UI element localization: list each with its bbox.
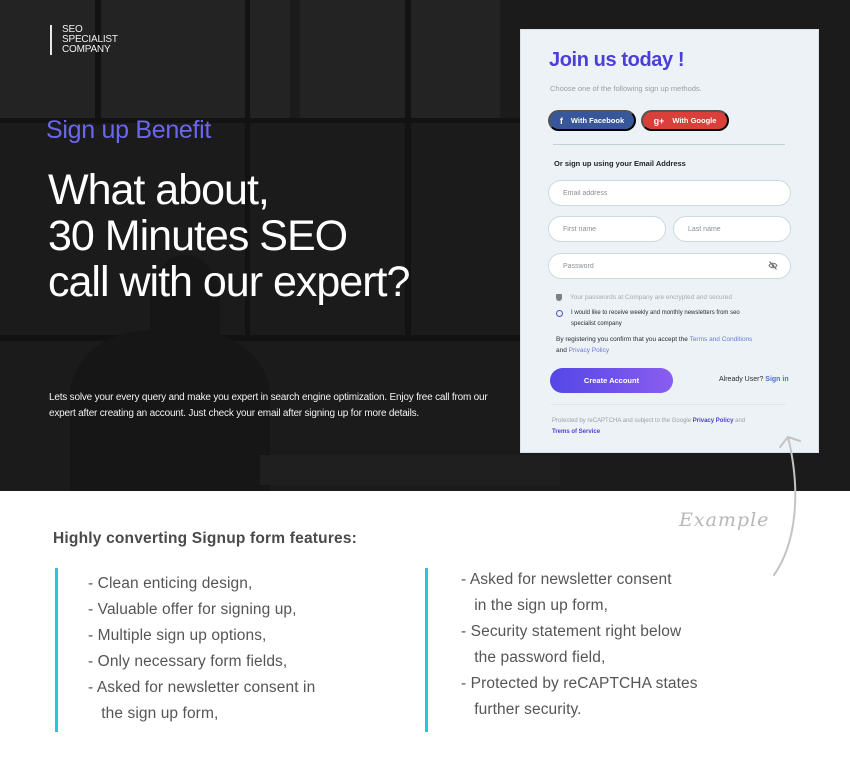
security-note-text: Your passwords at Company are encrypted … [570, 294, 732, 301]
facebook-signup-button[interactable]: f With Facebook [548, 110, 636, 131]
hero-description: Lets solve your every query and make you… [49, 392, 488, 419]
features-list-right: - Asked for newsletter consent in the si… [425, 568, 765, 732]
eye-slash-icon[interactable] [768, 261, 778, 270]
signup-card: Join us today ! Choose one of the follow… [520, 29, 819, 453]
terms-and: and [556, 347, 569, 354]
feature-item: - Clean enticing design, [88, 575, 253, 592]
feature-item: further security. [461, 701, 582, 718]
headline: What about, 30 Minutes SEO call with our… [48, 166, 410, 306]
privacy-policy-link[interactable]: Privacy Policy [569, 347, 609, 354]
facebook-icon: f [559, 115, 563, 126]
recaptcha-privacy-link[interactable]: Privacy Policy [693, 418, 734, 424]
feature-item: - Protected by reCAPTCHA states [461, 675, 698, 692]
password-input[interactable] [563, 262, 790, 270]
feature-item: - Security statement right below [461, 623, 682, 640]
headline-line: What about, [48, 166, 270, 214]
google-plus-icon: g+ [653, 115, 665, 126]
background-window-pane [300, 0, 500, 120]
sign-in-link[interactable]: Sign in [765, 376, 788, 383]
headline-line: call with our expert? [48, 258, 410, 306]
create-account-button[interactable]: Create Account [550, 368, 673, 393]
headline-line: 30 Minutes SEO [48, 212, 348, 260]
first-name-field[interactable] [548, 216, 666, 242]
shield-icon [556, 294, 562, 301]
recaptcha-notice: Protected by reCAPTCHA and subject to th… [552, 416, 792, 437]
email-signup-label: Or sign up using your Email Address [554, 159, 686, 168]
facebook-button-label: With Facebook [570, 116, 625, 125]
logo-line: COMPANY [62, 44, 111, 55]
features-list-left: - Clean enticing design, - Valuable offe… [55, 568, 395, 732]
example-label: Example [679, 509, 770, 531]
already-user: Already User? Sign in [719, 376, 789, 383]
recaptcha-and: and [733, 418, 746, 424]
card-title: Join us today ! [549, 49, 685, 71]
feature-item: in the sign up form, [461, 597, 609, 614]
feature-item: the sign up form, [88, 705, 219, 722]
terms-statement: By registering you confirm that you acce… [556, 334, 796, 356]
company-logo: SEO SPECIALIST COMPANY [50, 25, 118, 55]
password-field[interactable] [548, 253, 791, 279]
last-name-input[interactable] [688, 225, 790, 233]
desk [260, 455, 560, 485]
already-user-text: Already User? [719, 376, 766, 383]
terms-link[interactable]: Terms and Conditions [690, 336, 753, 343]
google-button-label: With Google [672, 116, 717, 125]
recaptcha-terms-link[interactable]: Trems of Service [552, 429, 600, 435]
card-subtitle: Choose one of the following sign up meth… [550, 84, 702, 93]
divider [553, 144, 785, 145]
feature-item: - Only necessary form fields, [88, 653, 288, 670]
terms-prefix: By registering you confirm that you acce… [556, 336, 690, 343]
newsletter-consent-text: I would like to receive weekly and month… [571, 310, 740, 327]
newsletter-radio[interactable] [556, 310, 563, 317]
features-title: Highly converting Signup form features: [53, 530, 358, 547]
example-arrow-icon [773, 436, 801, 576]
google-signup-button[interactable]: g+ With Google [641, 110, 729, 131]
divider [551, 404, 786, 405]
first-name-input[interactable] [563, 225, 665, 233]
feature-item: the password field, [461, 649, 606, 666]
email-field[interactable] [548, 180, 791, 206]
recaptcha-prefix: Protected by reCAPTCHA and subject to th… [552, 418, 693, 424]
feature-item: - Asked for newsletter consent [461, 571, 672, 588]
feature-item: - Valuable offer for signing up, [88, 601, 297, 618]
feature-item: - Multiple sign up options, [88, 627, 267, 644]
benefit-label: Sign up Benefit [46, 116, 212, 144]
email-input[interactable] [563, 189, 790, 197]
window-frame [0, 335, 520, 341]
last-name-field[interactable] [673, 216, 791, 242]
feature-item: - Asked for newsletter consent in [88, 679, 316, 696]
window-frame [95, 0, 101, 125]
security-note: Your passwords at Company are encrypted … [556, 294, 732, 301]
newsletter-consent[interactable]: I would like to receive weekly and month… [556, 308, 756, 329]
